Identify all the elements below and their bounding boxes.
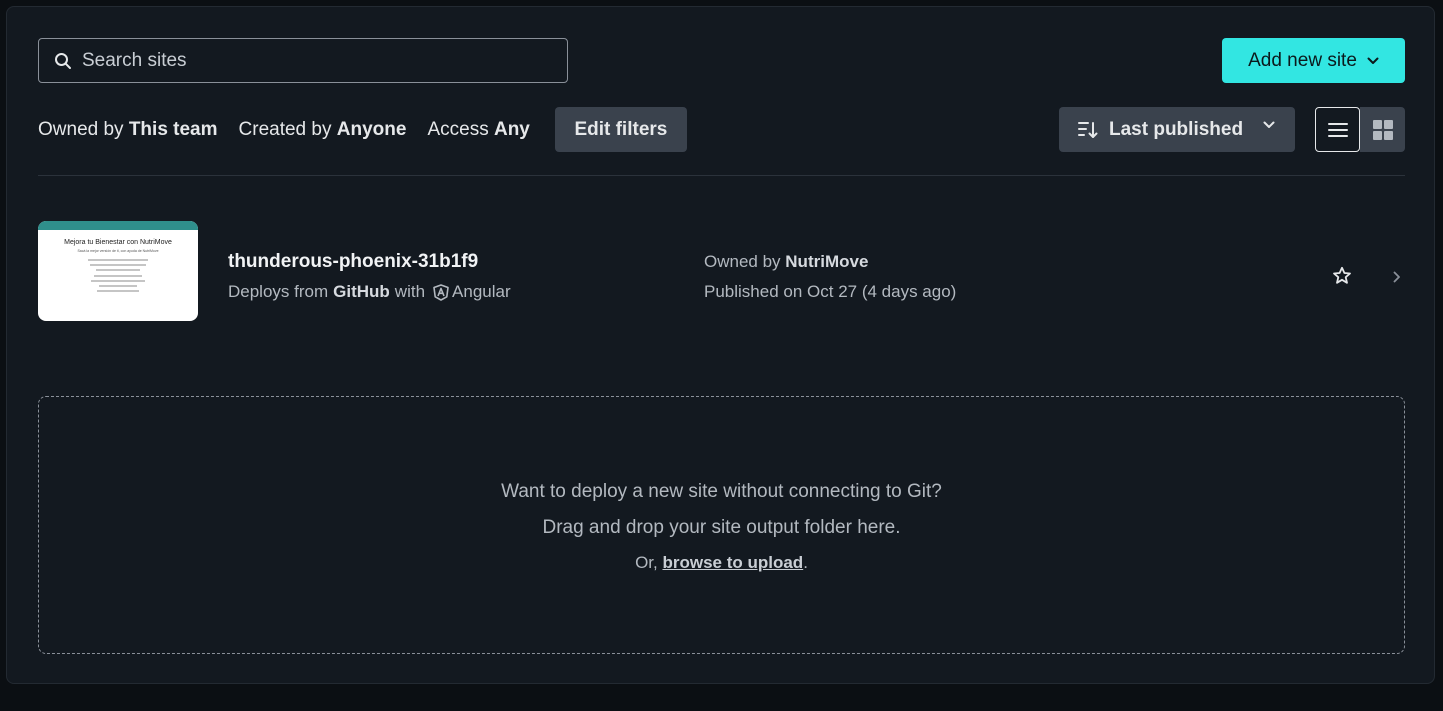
chevron-down-icon (1263, 121, 1275, 128)
framework-name: Angular (452, 282, 511, 301)
search-input[interactable] (82, 49, 552, 72)
thumbnail-text-line (99, 284, 137, 287)
chevron-right-icon (1393, 270, 1401, 288)
drop-zone[interactable]: Want to deploy a new site without connec… (38, 396, 1405, 654)
edit-filters-button[interactable]: Edit filters (554, 107, 687, 152)
deploy-source: GitHub (333, 282, 390, 301)
sites-panel: Add new site Owned by This team Created … (6, 6, 1435, 684)
site-deploy-info: Deploys from GitHub with Angular (228, 282, 511, 302)
list-view-button[interactable] (1315, 107, 1360, 152)
view-toggle (1315, 107, 1405, 152)
thumbnail-navbar (38, 221, 198, 230)
thumbnail-text-line (94, 274, 142, 277)
filter-access-prefix: Access (427, 118, 489, 140)
grid-view-button[interactable] (1360, 107, 1405, 152)
filter-created-value: Anyone (336, 118, 407, 140)
thumbnail-subtitle: Sacá la mejor versión de ti, con ayuda d… (77, 249, 159, 253)
add-new-site-label: Add new site (1248, 49, 1357, 71)
thumbnail-text-line (91, 279, 145, 282)
favorite-star-icon[interactable] (1332, 266, 1352, 291)
dropzone-heading: Want to deploy a new site without connec… (501, 481, 942, 502)
deploy-prefix: Deploys from (228, 282, 329, 301)
site-owner: Owned by NutriMove (704, 252, 868, 272)
thumbnail-text-line (96, 269, 140, 272)
thumbnail-text-line (90, 264, 146, 267)
dropzone-or: Or, (635, 553, 658, 572)
angular-icon (433, 283, 449, 301)
sort-label: Last published (1109, 118, 1244, 140)
list-icon (1327, 122, 1348, 137)
sort-icon (1078, 121, 1098, 138)
thumbnail-title: Mejora tu Bienestar con NutriMove (64, 239, 172, 246)
deploy-with: with (394, 282, 426, 301)
grid-icon (1372, 119, 1393, 140)
filter-owned[interactable]: Owned by This team (38, 119, 218, 141)
filter-created-prefix: Created by (238, 118, 332, 140)
add-new-site-button[interactable]: Add new site (1222, 38, 1405, 83)
search-box[interactable] (38, 38, 568, 83)
browse-to-upload-link[interactable]: browse to upload (662, 553, 803, 572)
filter-created[interactable]: Created by Anyone (239, 119, 407, 141)
owner-name: NutriMove (785, 252, 869, 271)
filter-access-value: Any (493, 118, 530, 140)
thumbnail-text-line (88, 259, 148, 261)
site-name[interactable]: thunderous-phoenix-31b1f9 (228, 251, 478, 273)
divider (38, 175, 1405, 176)
search-icon (55, 52, 71, 69)
owned-prefix: Owned by (704, 252, 781, 271)
site-published: Published on Oct 27 (4 days ago) (704, 282, 957, 301)
filter-bar: Owned by This team Created by Anyone Acc… (38, 107, 687, 152)
filter-access[interactable]: Access Any (427, 119, 529, 141)
site-row[interactable]: Mejora tu Bienestar con NutriMove Sacá l… (38, 221, 1405, 321)
dropzone-browse: Or, browse to upload. (39, 553, 1404, 573)
chevron-down-icon (1367, 57, 1379, 64)
filter-owned-value: This team (128, 118, 218, 140)
site-thumbnail: Mejora tu Bienestar con NutriMove Sacá l… (38, 221, 198, 321)
sort-dropdown[interactable]: Last published (1059, 107, 1295, 152)
thumbnail-text-line (97, 290, 139, 293)
dropzone-instructions: Drag and drop your site output folder he… (542, 517, 901, 538)
dropzone-period: . (803, 553, 808, 572)
filter-owned-prefix: Owned by (38, 118, 124, 140)
